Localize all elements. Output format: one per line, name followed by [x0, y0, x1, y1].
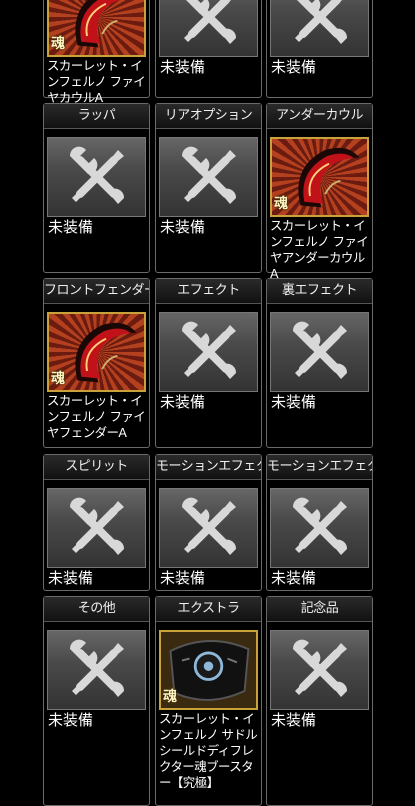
- item-thumbnail[interactable]: 魂: [159, 630, 258, 710]
- unequipped-status: 未装備: [160, 218, 206, 236]
- soul-badge-icon: 魂: [274, 196, 288, 212]
- item-name: スカーレット・インフェルノ ファイヤカウルA: [47, 58, 146, 105]
- equipment-slot-card[interactable]: 魂スカーレット・インフェルノ ファイヤカウルA: [43, 0, 150, 105]
- equipment-slot-card[interactable]: ラッパ 未装備: [43, 103, 150, 273]
- wrench-screwdriver-icon: [69, 497, 124, 555]
- equipment-slot-card[interactable]: 未装備: [155, 0, 262, 98]
- wrench-screwdriver-icon: [292, 321, 347, 379]
- slot-title: 記念品: [267, 597, 372, 622]
- empty-slot-frame[interactable]: [270, 630, 369, 710]
- empty-slot-frame[interactable]: [47, 137, 146, 217]
- equipment-slot-card[interactable]: スピリット 未装備: [43, 454, 150, 591]
- wrench-screwdriver-icon: [294, 0, 347, 44]
- wrench-screwdriver-icon: [69, 146, 124, 204]
- equipment-slot-card[interactable]: アンダーカウル 魂スカーレット・インフェルノ ファイヤアンダーカウルA: [266, 103, 373, 281]
- equipment-slot-card[interactable]: 未装備: [266, 0, 373, 98]
- wrench-screwdriver-icon: [181, 497, 236, 555]
- slot-title: モーションエフェクトII: [267, 455, 372, 480]
- slot-title: ラッパ: [44, 104, 149, 129]
- item-name: スカーレット・インフェルノ ファイヤアンダーカウルA: [270, 218, 369, 281]
- slot-title: フロントフェンダー: [44, 279, 149, 304]
- unequipped-status: 未装備: [48, 711, 94, 729]
- unequipped-status: 未装備: [271, 393, 317, 411]
- unequipped-status: 未装備: [48, 569, 94, 587]
- wrench-screwdriver-icon: [181, 321, 236, 379]
- item-thumbnail[interactable]: 魂: [47, 312, 146, 392]
- empty-slot-frame[interactable]: [47, 630, 146, 710]
- empty-slot-frame[interactable]: [159, 137, 258, 217]
- slot-title: 裏エフェクト: [267, 279, 372, 304]
- unequipped-status: 未装備: [48, 218, 94, 236]
- item-thumbnail[interactable]: 魂: [270, 137, 369, 217]
- equipment-slot-card[interactable]: エフェクト 未装備: [155, 278, 262, 448]
- wrench-screwdriver-icon: [69, 639, 124, 697]
- empty-slot-frame[interactable]: [159, 312, 258, 392]
- item-name: スカーレット・インフェルノ サドルシールドディフレクター魂ブースター【究極】: [159, 711, 258, 790]
- soul-badge-icon: 魂: [51, 371, 65, 387]
- empty-slot-frame[interactable]: [270, 488, 369, 568]
- equipment-slot-card[interactable]: 裏エフェクト 未装備: [266, 278, 373, 448]
- wrench-screwdriver-icon: [183, 0, 236, 44]
- empty-slot-frame[interactable]: [270, 0, 369, 57]
- equipment-slot-card[interactable]: リアオプション 未装備: [155, 103, 262, 273]
- equipment-slot-card[interactable]: モーションエフェクト 未装備: [155, 454, 262, 591]
- equipment-slot-card[interactable]: フロントフェンダー 魂スカーレット・インフェルノ ファイヤフェンダーA: [43, 278, 150, 448]
- slot-title: その他: [44, 597, 149, 622]
- soul-badge-icon: 魂: [51, 36, 65, 52]
- slot-title: エクストラ: [156, 597, 261, 622]
- equipment-slot-card[interactable]: エクストラ 魂スカーレット・インフェルノ サドルシールドディフレクター魂ブースタ…: [155, 596, 262, 806]
- unequipped-status: 未装備: [271, 711, 317, 729]
- item-name: スカーレット・インフェルノ ファイヤフェンダーA: [47, 393, 146, 440]
- soul-badge-icon: 魂: [163, 689, 177, 705]
- slot-title: モーションエフェクト: [156, 455, 261, 480]
- wrench-screwdriver-icon: [292, 639, 347, 697]
- unequipped-status: 未装備: [271, 58, 317, 76]
- equipment-slot-card[interactable]: 記念品 未装備: [266, 596, 373, 806]
- wrench-screwdriver-icon: [292, 497, 347, 555]
- item-thumbnail[interactable]: 魂: [47, 0, 146, 57]
- empty-slot-frame[interactable]: [47, 488, 146, 568]
- unequipped-status: 未装備: [160, 58, 206, 76]
- equipment-slot-card[interactable]: モーションエフェクトII 未装備: [266, 454, 373, 591]
- unequipped-status: 未装備: [160, 569, 206, 587]
- wrench-screwdriver-icon: [181, 146, 236, 204]
- slot-title: エフェクト: [156, 279, 261, 304]
- empty-slot-frame[interactable]: [159, 488, 258, 568]
- slot-title: スピリット: [44, 455, 149, 480]
- unequipped-status: 未装備: [160, 393, 206, 411]
- empty-slot-frame[interactable]: [159, 0, 258, 57]
- empty-slot-frame[interactable]: [270, 312, 369, 392]
- slot-title: リアオプション: [156, 104, 261, 129]
- equipment-slot-card[interactable]: その他 未装備: [43, 596, 150, 806]
- slot-title: アンダーカウル: [267, 104, 372, 129]
- unequipped-status: 未装備: [271, 569, 317, 587]
